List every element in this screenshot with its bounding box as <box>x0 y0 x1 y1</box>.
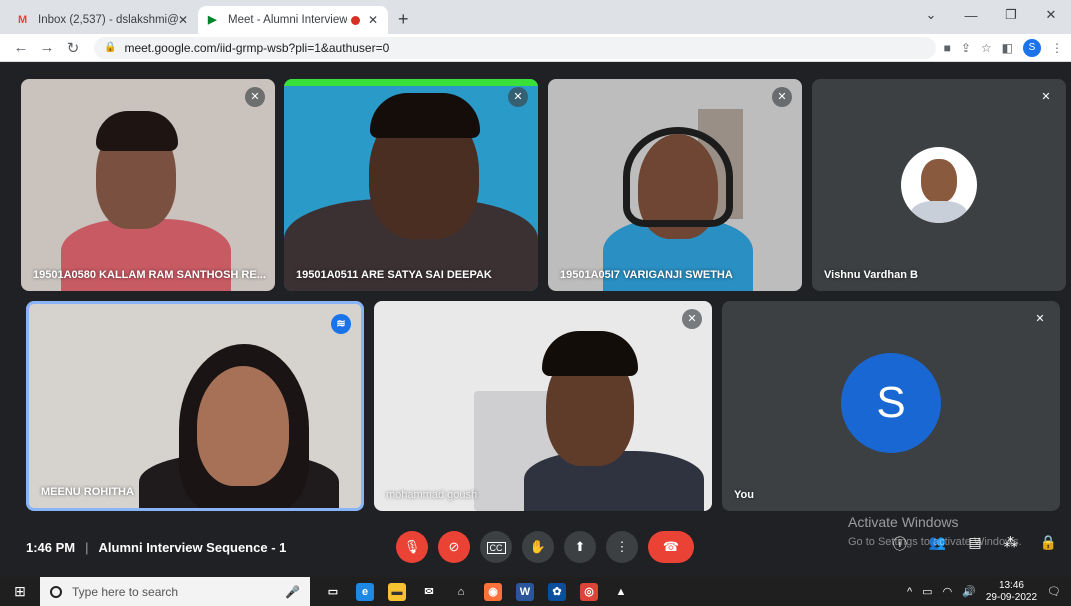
address-bar[interactable]: 🔒 meet.google.com/iid-grmp-wsb?pli=1&aut… <box>94 36 936 59</box>
chevron-up-icon[interactable]: ^ <box>907 586 912 598</box>
battery-icon[interactable]: ▭ <box>922 585 932 598</box>
chevron-down-icon[interactable]: ⌄ <box>911 7 951 23</box>
mic-toggle-button[interactable]: 🎙 <box>396 531 428 563</box>
chrome-icon[interactable]: ◎ <box>580 582 598 601</box>
system-tray: ^ ▭ ◠ 🔊 13:46 29-09-2022 🗨 <box>907 577 1061 606</box>
tab-title: Inbox (2,537) - dslakshmi@pvpsi... <box>38 14 178 26</box>
word-icon[interactable]: W <box>516 582 534 601</box>
camera-toggle-button[interactable]: ⊘ <box>438 531 470 563</box>
share-icon[interactable]: ⇪ <box>961 41 971 55</box>
url-text: meet.google.com/iid-grmp-wsb?pli=1&authu… <box>124 40 390 55</box>
mic-off-icon: ✕ <box>772 87 792 107</box>
mic-off-icon: 🎙 <box>403 539 421 554</box>
microphone-icon[interactable]: 🎤 <box>285 585 300 599</box>
participant-tile[interactable]: ✕ mohammad goush <box>374 301 712 511</box>
photos-icon[interactable]: ▲ <box>612 583 630 601</box>
cortana-icon <box>50 585 62 598</box>
leave-call-button[interactable]: ☎ <box>648 531 694 563</box>
participant-name: Vishnu Vardhan B <box>824 269 918 281</box>
forward-button[interactable]: → <box>34 39 60 56</box>
participant-tile[interactable]: ≋ MEENU ROHITHA <box>26 301 364 511</box>
hangup-icon: ☎ <box>662 539 680 554</box>
speaking-indicator-icon: ≋ <box>331 314 351 334</box>
participant-tile[interactable]: ✕ 19501A0580 KALLAM RAM SANTHOSH RE... <box>21 79 275 291</box>
taskbar-search[interactable]: Type here to search 🎤 <box>40 577 310 606</box>
close-icon[interactable]: ✕ <box>368 13 378 27</box>
mic-off-icon: ✕ <box>1030 309 1050 329</box>
profile-avatar[interactable]: S <box>1023 38 1041 57</box>
windows-start-icon[interactable]: ⊞ <box>0 583 40 600</box>
reload-button[interactable]: ↻ <box>60 39 86 57</box>
participant-name: You <box>734 489 754 501</box>
mic-off-icon: ✕ <box>1036 87 1056 107</box>
browser-toolbar: ← → ↻ 🔒 meet.google.com/iid-grmp-wsb?pli… <box>0 34 1071 62</box>
search-placeholder: Type here to search <box>72 584 179 599</box>
tab-gmail[interactable]: M Inbox (2,537) - dslakshmi@pvpsi... ✕ <box>8 6 198 34</box>
camera-off-icon: ⊘ <box>448 539 460 554</box>
camera-icon[interactable]: ■ <box>944 41 951 55</box>
meet-stage: ✕ 19501A0580 KALLAM RAM SANTHOSH RE... ✕… <box>0 62 1071 577</box>
wifi-icon[interactable]: ◠ <box>943 585 953 598</box>
self-tile[interactable]: S ✕ You <box>722 301 1060 511</box>
new-tab-button[interactable]: + <box>398 9 409 30</box>
taskbar-clock[interactable]: 13:46 29-09-2022 <box>986 580 1037 604</box>
participant-name: mohammad goush <box>386 489 478 501</box>
side-panel-icon[interactable]: ◧ <box>1002 41 1013 55</box>
minimize-button[interactable]: — <box>951 8 991 23</box>
separator: | <box>85 539 89 555</box>
clock-time: 13:46 <box>998 579 1024 591</box>
volume-icon[interactable]: 🔊 <box>962 585 976 598</box>
activation-watermark-title: Activate Windows <box>848 514 959 530</box>
participant-name: MEENU ROHITHA <box>41 486 134 498</box>
task-view-icon[interactable]: ▭ <box>324 583 342 601</box>
captions-icon: CC <box>486 542 506 554</box>
webex-icon[interactable]: ✿ <box>548 582 566 601</box>
more-options-button[interactable]: ⋮ <box>606 531 638 563</box>
meet-icon: ▶ <box>208 14 217 26</box>
file-explorer-icon[interactable]: ▬ <box>388 582 406 601</box>
mic-off-icon: ✕ <box>682 309 702 329</box>
tab-title: Meet - Alumni Interview Seq <box>228 14 347 26</box>
mic-off-icon: ✕ <box>245 87 265 107</box>
lock-icon[interactable]: 🔒 <box>104 42 116 53</box>
bookmark-star-icon[interactable]: ☆ <box>981 41 992 55</box>
edge-icon[interactable]: e <box>356 582 374 601</box>
menu-kebab-icon: ⋮ <box>615 539 629 554</box>
avatar: S <box>841 353 941 453</box>
menu-kebab-icon[interactable]: ⋮ <box>1051 41 1063 55</box>
participant-tile[interactable]: ✕ 19501A0511 ARE SATYA SAI DEEPAK <box>284 79 538 291</box>
store-icon[interactable]: ⌂ <box>452 583 470 601</box>
activation-watermark-text: Go to Settings to activate Windows. <box>848 536 1022 548</box>
recording-icon <box>350 15 360 25</box>
host-controls-icon[interactable]: 🔒 <box>1040 534 1057 554</box>
participant-name: 19501A0511 ARE SATYA SAI DEEPAK <box>296 269 492 281</box>
participant-tile[interactable]: ✕ 19501A05I7 VARIGANJI SWETHA <box>548 79 802 291</box>
participant-tile[interactable]: ✕ Vishnu Vardhan B <box>812 79 1066 291</box>
browser-tab-strip: M Inbox (2,537) - dslakshmi@pvpsi... ✕ ▶… <box>0 0 1071 34</box>
meeting-title: Alumni Interview Sequence - 1 <box>98 539 287 555</box>
notification-icon[interactable]: 🗨 <box>1047 585 1061 598</box>
meeting-time: 1:46 PM <box>26 539 76 555</box>
windows-taskbar: ⊞ Type here to search 🎤 ▭ e ▬ ✉ ⌂ ◉ W ✿ … <box>0 577 1071 606</box>
hand-icon: ✋ <box>529 539 547 554</box>
tab-meet[interactable]: ▶ Meet - Alumni Interview Seq ✕ <box>198 6 388 34</box>
mic-off-icon: ✕ <box>508 87 528 107</box>
mail-icon[interactable]: ✉ <box>420 583 438 601</box>
clock-date: 29-09-2022 <box>985 591 1038 603</box>
gmail-icon: M <box>18 14 28 26</box>
restore-button[interactable]: ❐ <box>991 7 1031 23</box>
window-controls: ⌄ — ❐ ✕ <box>911 0 1071 30</box>
firefox-icon[interactable]: ◉ <box>484 582 502 601</box>
present-icon: ⬆ <box>574 539 586 554</box>
present-button[interactable]: ⬆ <box>564 531 596 563</box>
back-button[interactable]: ← <box>8 39 34 56</box>
close-window-button[interactable]: ✕ <box>1031 7 1071 23</box>
close-icon[interactable]: ✕ <box>178 13 188 27</box>
captions-button[interactable]: CC <box>480 531 512 563</box>
raise-hand-button[interactable]: ✋ <box>522 531 554 563</box>
participant-name: 19501A0580 KALLAM RAM SANTHOSH RE... <box>33 269 266 281</box>
participant-name: 19501A05I7 VARIGANJI SWETHA <box>560 269 733 281</box>
avatar <box>901 147 977 223</box>
